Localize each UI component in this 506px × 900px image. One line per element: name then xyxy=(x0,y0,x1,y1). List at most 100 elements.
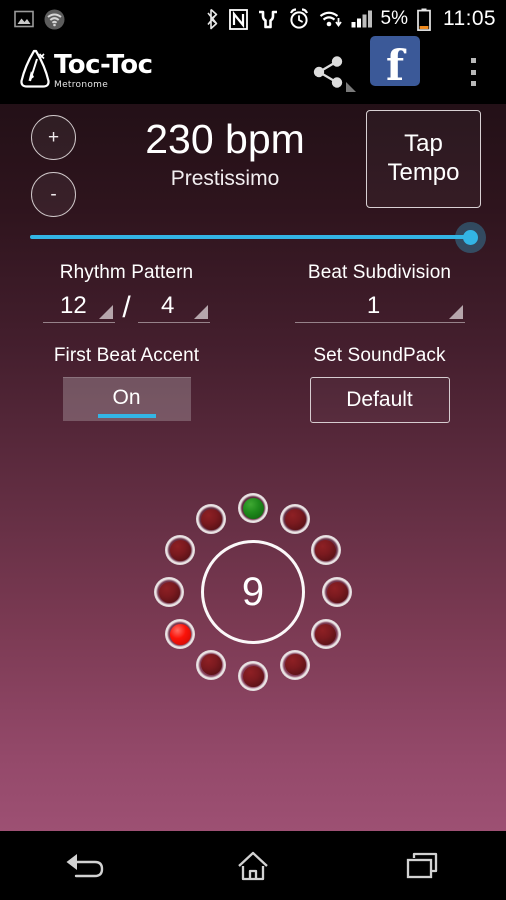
android-nav-bar xyxy=(0,831,506,900)
wifi-icon xyxy=(319,11,342,28)
share-button[interactable] xyxy=(310,52,356,92)
beat-led-lamp xyxy=(169,623,191,645)
beat-led-11 xyxy=(165,535,196,565)
current-beat-label: 9 xyxy=(241,570,265,614)
rhythm-separator-label: / xyxy=(122,291,131,324)
nfc-icon xyxy=(228,8,248,30)
bluetooth-icon xyxy=(206,8,217,30)
increase-tempo-button[interactable]: + xyxy=(31,115,76,160)
beat-led-3 xyxy=(310,535,341,565)
alarm-clock-icon xyxy=(289,8,308,29)
beat-led-1 xyxy=(238,493,268,523)
set-soundpack-group: Set SoundPack Default xyxy=(253,345,506,423)
tap-tempo-button[interactable]: Tap Tempo xyxy=(366,110,481,208)
beat-led-9 xyxy=(165,619,196,649)
beat-led-lamp xyxy=(200,508,222,530)
overflow-dot-2 xyxy=(470,69,476,75)
app-logo-text: Toc-Toc Metronome xyxy=(54,52,153,90)
facebook-icon: f xyxy=(385,41,405,90)
share-icon xyxy=(313,56,356,92)
beat-subdivision-group: Beat Subdivision 1 xyxy=(253,262,506,323)
first-beat-accent-toggle[interactable]: On xyxy=(62,377,191,421)
beat-subdivision-value: 1 xyxy=(366,292,381,319)
beat-led-4 xyxy=(322,577,352,607)
rhythm-pattern-group: Rhythm Pattern 12 / 4 xyxy=(0,262,253,323)
nav-recents-button[interactable] xyxy=(367,831,477,900)
battery-percent-label: 5% xyxy=(380,8,408,29)
back-icon xyxy=(66,853,104,877)
status-bar: 5% 11:05 xyxy=(0,0,506,38)
screenshot-icon xyxy=(14,10,34,28)
beat-led-lamp xyxy=(315,623,337,645)
set-soundpack-label: Set SoundPack xyxy=(313,345,446,366)
decrease-tempo-button[interactable]: - xyxy=(31,172,76,217)
tempo-row: + - 230 bpm Prestissimo Tap Tempo xyxy=(0,104,506,217)
status-bar-left-icons xyxy=(0,9,65,30)
beat-indicator-area: 9 xyxy=(0,467,506,717)
beat-led-lamp xyxy=(158,581,180,603)
rhythm-numerator-spinner[interactable]: 12 xyxy=(43,293,116,323)
first-beat-accent-value: On xyxy=(112,386,141,409)
tempo-name-label: Prestissimo xyxy=(170,167,280,191)
bpm-value-label: 230 bpm xyxy=(145,116,305,162)
facebook-button[interactable]: f xyxy=(370,36,420,90)
beat-led-lamp xyxy=(315,539,337,561)
nav-home-button[interactable] xyxy=(198,831,308,900)
rhythm-denominator-spinner[interactable]: 4 xyxy=(137,292,210,323)
beat-led-lamp xyxy=(242,665,264,687)
app-name-label: Toc-Toc xyxy=(54,50,153,80)
main-content: + - 230 bpm Prestissimo Tap Tempo Rhythm… xyxy=(0,104,506,831)
glove-icon xyxy=(258,10,277,28)
chevron-down-icon xyxy=(193,305,208,319)
app-subtitle-label: Metronome xyxy=(54,80,109,90)
tap-tempo-line-2: Tempo xyxy=(387,159,460,186)
beat-led-lamp xyxy=(326,581,348,603)
overflow-menu-button[interactable] xyxy=(460,58,486,86)
first-beat-accent-label: First Beat Accent xyxy=(53,345,200,366)
beat-led-12 xyxy=(196,504,226,535)
status-bar-right-icons: 5% 11:05 xyxy=(206,0,496,38)
beat-led-2 xyxy=(280,504,310,535)
overflow-dot-3 xyxy=(470,81,476,86)
current-beat-circle: 9 xyxy=(201,540,305,644)
recents-icon xyxy=(406,852,437,878)
app-logo[interactable]: Toc-Toc Metronome xyxy=(18,48,153,90)
controls-row-2: First Beat Accent On Set SoundPack Defau… xyxy=(0,345,506,423)
phone-screen: 5% 11:05 Toc-Toc Metronome f + - 230 bpm… xyxy=(0,0,506,900)
beat-led-6 xyxy=(280,649,310,680)
metronome-logo-icon xyxy=(20,49,50,88)
chevron-down-icon xyxy=(448,305,463,319)
beat-led-lamp xyxy=(284,508,306,530)
beat-led-10 xyxy=(154,577,184,607)
tempo-slider[interactable] xyxy=(0,216,506,258)
beat-led-lamp xyxy=(284,654,306,676)
beat-led-7 xyxy=(238,661,268,691)
clock-label: 11:05 xyxy=(443,7,496,30)
beat-subdivision-label: Beat Subdivision xyxy=(307,262,452,283)
wifi-circle-icon xyxy=(44,9,65,29)
beat-subdivision-spinner[interactable]: 1 xyxy=(294,292,465,323)
set-soundpack-button[interactable]: Default xyxy=(309,377,450,423)
beat-led-8 xyxy=(196,649,226,680)
slider-track[interactable] xyxy=(30,235,476,239)
overflow-dot-1 xyxy=(470,58,476,63)
first-beat-accent-group: First Beat Accent On xyxy=(0,345,253,423)
rhythm-pattern-controls: 12 / 4 xyxy=(0,293,253,323)
battery-icon xyxy=(417,8,431,31)
nav-back-button[interactable] xyxy=(29,831,139,900)
beat-led-lamp xyxy=(242,497,264,519)
beat-led-lamp xyxy=(200,654,222,676)
signal-bars-icon xyxy=(351,10,372,28)
action-bar: Toc-Toc Metronome f xyxy=(0,36,506,104)
bpm-display: 230 bpm Prestissimo xyxy=(110,116,340,191)
beat-led-5 xyxy=(310,619,341,649)
rhythm-denominator-value: 4 xyxy=(160,292,175,319)
home-icon xyxy=(238,851,268,880)
chevron-down-icon xyxy=(99,305,114,319)
tempo-stepper: + - xyxy=(31,115,76,217)
slider-fill xyxy=(30,235,476,239)
toggle-active-underline xyxy=(97,414,156,418)
slider-thumb[interactable] xyxy=(463,230,478,245)
beat-subdivision-controls: 1 xyxy=(253,293,506,323)
controls-row-1: Rhythm Pattern 12 / 4 Beat Subdivision 1 xyxy=(0,262,506,323)
